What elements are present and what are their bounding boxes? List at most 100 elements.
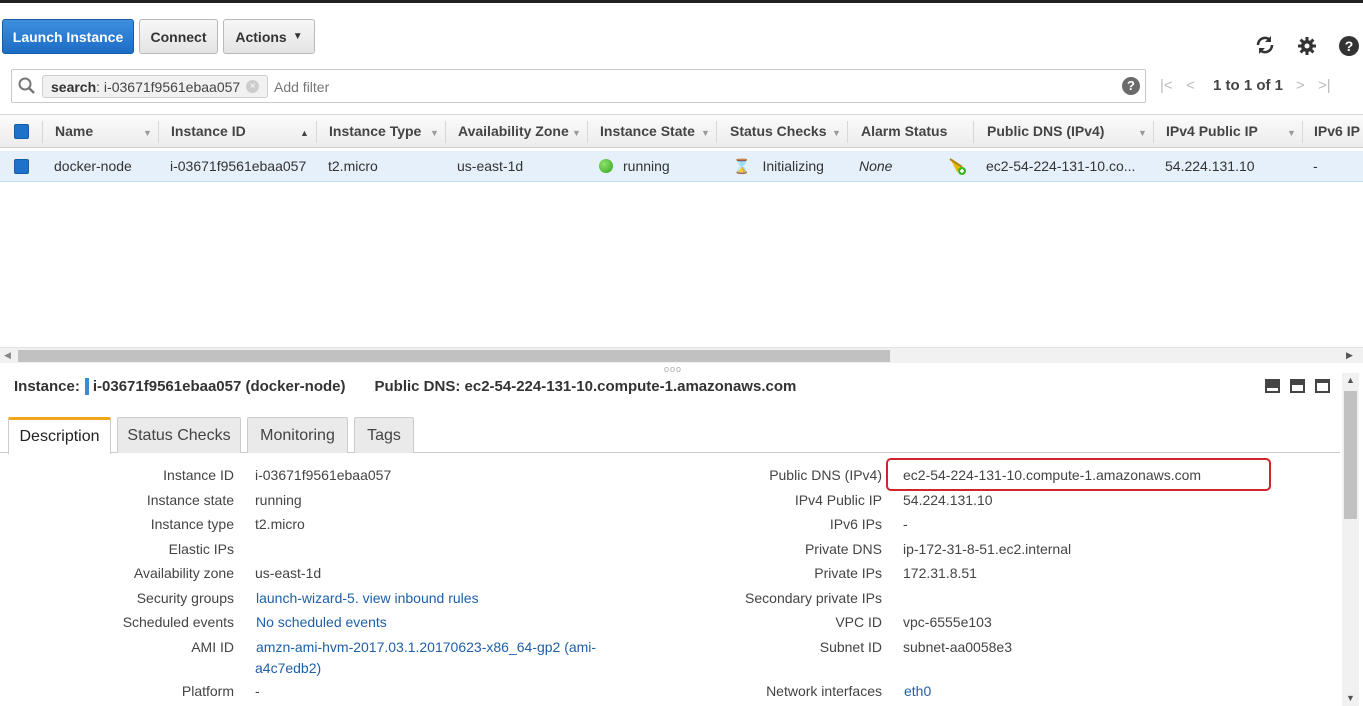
cell-alarm-status: None	[859, 158, 893, 174]
horizontal-scroll-thumb[interactable]	[18, 350, 890, 362]
cell-status-checks: ⌛ Initializing	[733, 151, 824, 181]
value-instance-type: t2.micro	[255, 516, 305, 532]
column-header-availability-zone[interactable]: Availability Zone	[458, 115, 569, 147]
search-filter-bar[interactable]: search : i-03671f9561ebaa057 × Add filte…	[11, 69, 1146, 103]
value-security-groups: launch-wizard-5. view inbound rules	[256, 590, 479, 606]
label-private-ips: Private IPs	[814, 565, 882, 581]
vertical-scrollbar[interactable]: ▲ ▼	[1342, 373, 1359, 706]
column-header-instance-state[interactable]: Instance State	[600, 115, 695, 147]
help-icon[interactable]: ?	[1338, 35, 1360, 57]
tab-status-checks[interactable]: Status Checks	[117, 417, 241, 453]
add-filter-input[interactable]: Add filter	[274, 79, 329, 95]
scheduled-events-link[interactable]: No scheduled events	[256, 614, 387, 630]
search-icon	[18, 77, 36, 98]
launch-instance-button[interactable]: Launch Instance	[2, 19, 134, 54]
selection-indicator	[84, 378, 89, 395]
label-instance-id: Instance ID	[163, 467, 234, 483]
connect-button[interactable]: Connect	[139, 19, 218, 54]
tab-tags[interactable]: Tags	[354, 417, 414, 453]
table-row[interactable]: docker-node i-03671f9561ebaa057 t2.micro…	[0, 151, 1363, 182]
instance-title: i-03671f9561ebaa057 (docker-node)	[92, 378, 346, 395]
value-availability-zone: us-east-1d	[255, 565, 322, 581]
sort-asc-icon: ▲	[300, 128, 309, 138]
actions-button[interactable]: Actions ▼	[223, 19, 315, 54]
label-scheduled-events: Scheduled events	[122, 614, 234, 630]
gear-icon[interactable]	[1296, 35, 1318, 57]
column-header-instance-id[interactable]: Instance ID	[171, 115, 246, 147]
column-header-public-dns[interactable]: Public DNS (IPv4)	[987, 115, 1104, 147]
network-interface-link[interactable]: eth0	[904, 683, 931, 699]
chevron-down-icon: ▼	[572, 128, 581, 138]
column-header-alarm-status[interactable]: Alarm Status	[861, 115, 947, 147]
value-instance-id: i-03671f9561ebaa057	[255, 467, 392, 483]
label-platform: Platform	[181, 683, 234, 699]
close-icon[interactable]: ×	[246, 80, 260, 93]
instance-state-text: running	[623, 158, 670, 174]
resize-handle-icon[interactable]: ooo	[664, 364, 682, 374]
last-page-icon[interactable]: >|	[1318, 77, 1331, 94]
column-header-name[interactable]: Name	[55, 115, 93, 147]
label-instance-state: Instance state	[146, 492, 234, 508]
column-header-ipv6-ip[interactable]: IPv6 IP	[1314, 115, 1360, 147]
ami-id-link[interactable]: amzn-ami-hvm-2017.03.1.20170623-x86_64-g…	[256, 639, 596, 655]
security-group-link[interactable]: launch-wizard-5	[256, 590, 355, 606]
cell-instance-state: running	[599, 151, 670, 181]
cell-ipv6-ip: -	[1313, 158, 1318, 174]
label-ipv4-public-ip: IPv4 Public IP	[794, 492, 882, 508]
next-page-icon[interactable]: >	[1296, 77, 1305, 94]
column-divider	[1153, 121, 1154, 143]
ami-id-link-line2[interactable]: a4c7edb2)	[255, 660, 321, 676]
highlight-box	[886, 458, 1271, 491]
column-divider	[847, 121, 848, 143]
column-header-ipv4-public-ip[interactable]: IPv4 Public IP	[1166, 115, 1258, 147]
column-divider	[1302, 121, 1303, 143]
label-private-dns: Private DNS	[804, 541, 882, 557]
search-token[interactable]: search : i-03671f9561ebaa057 ×	[42, 75, 269, 98]
scroll-down-icon[interactable]: ▼	[1346, 693, 1355, 703]
view-inbound-rules-link[interactable]: . view inbound rules	[355, 590, 479, 606]
label-ami-id: AMI ID	[191, 639, 234, 655]
tab-monitoring[interactable]: Monitoring	[247, 417, 348, 453]
pager-text: 1 to 1 of 1	[1213, 77, 1284, 94]
pane-split-icon[interactable]	[1290, 379, 1305, 393]
label-ipv6-ips: IPv6 IPs	[829, 516, 882, 532]
horizontal-scrollbar[interactable]: ◀ ▶	[0, 347, 1363, 363]
row-checkbox[interactable]	[14, 151, 29, 181]
public-dns-title: Public DNS: ec2-54-224-131-10.compute-1.…	[374, 378, 797, 395]
tab-description[interactable]: Description	[8, 417, 111, 454]
column-divider	[158, 121, 159, 143]
cell-availability-zone: us-east-1d	[457, 158, 524, 174]
column-divider	[716, 121, 717, 143]
prev-page-icon[interactable]: <	[1186, 77, 1195, 94]
scroll-right-icon[interactable]: ▶	[1346, 350, 1353, 361]
scroll-up-icon[interactable]: ▲	[1346, 375, 1355, 385]
vertical-scroll-thumb[interactable]	[1344, 391, 1357, 519]
refresh-icon[interactable]	[1254, 34, 1276, 56]
actions-label: Actions	[235, 28, 287, 45]
alarm-bell-icon[interactable]	[947, 151, 967, 181]
running-status-icon	[599, 159, 613, 173]
chevron-down-icon: ▼	[701, 128, 710, 138]
column-header-instance-type[interactable]: Instance Type	[329, 115, 421, 147]
select-all-checkbox[interactable]	[14, 115, 29, 147]
label-instance-type: Instance type	[150, 516, 234, 532]
label-network-interfaces: Network interfaces	[766, 683, 882, 699]
value-platform: -	[255, 683, 260, 699]
label-elastic-ips: Elastic IPs	[168, 541, 234, 557]
scroll-left-icon[interactable]: ◀	[4, 350, 11, 361]
column-header-status-checks[interactable]: Status Checks	[730, 115, 826, 147]
pane-maximize-icon[interactable]	[1265, 379, 1280, 393]
detail-tabs: Description Status Checks Monitoring Tag…	[0, 417, 1340, 454]
pane-minimize-icon[interactable]	[1315, 379, 1330, 393]
search-token-key: search	[51, 78, 97, 95]
label-secondary-private-ips: Secondary private IPs	[745, 590, 882, 606]
top-border	[0, 0, 1363, 3]
value-ipv6-ips: -	[903, 516, 908, 532]
chevron-down-icon: ▼	[292, 31, 303, 42]
cell-public-dns: ec2-54-224-131-10.co...	[986, 158, 1136, 174]
detail-title: Instance: i-03671f9561ebaa057 (docker-no…	[14, 378, 796, 395]
label-security-groups: Security groups	[136, 590, 234, 606]
chevron-down-icon: ▼	[832, 128, 841, 138]
help-icon[interactable]: ?	[1122, 77, 1140, 95]
first-page-icon[interactable]: |<	[1160, 77, 1173, 94]
